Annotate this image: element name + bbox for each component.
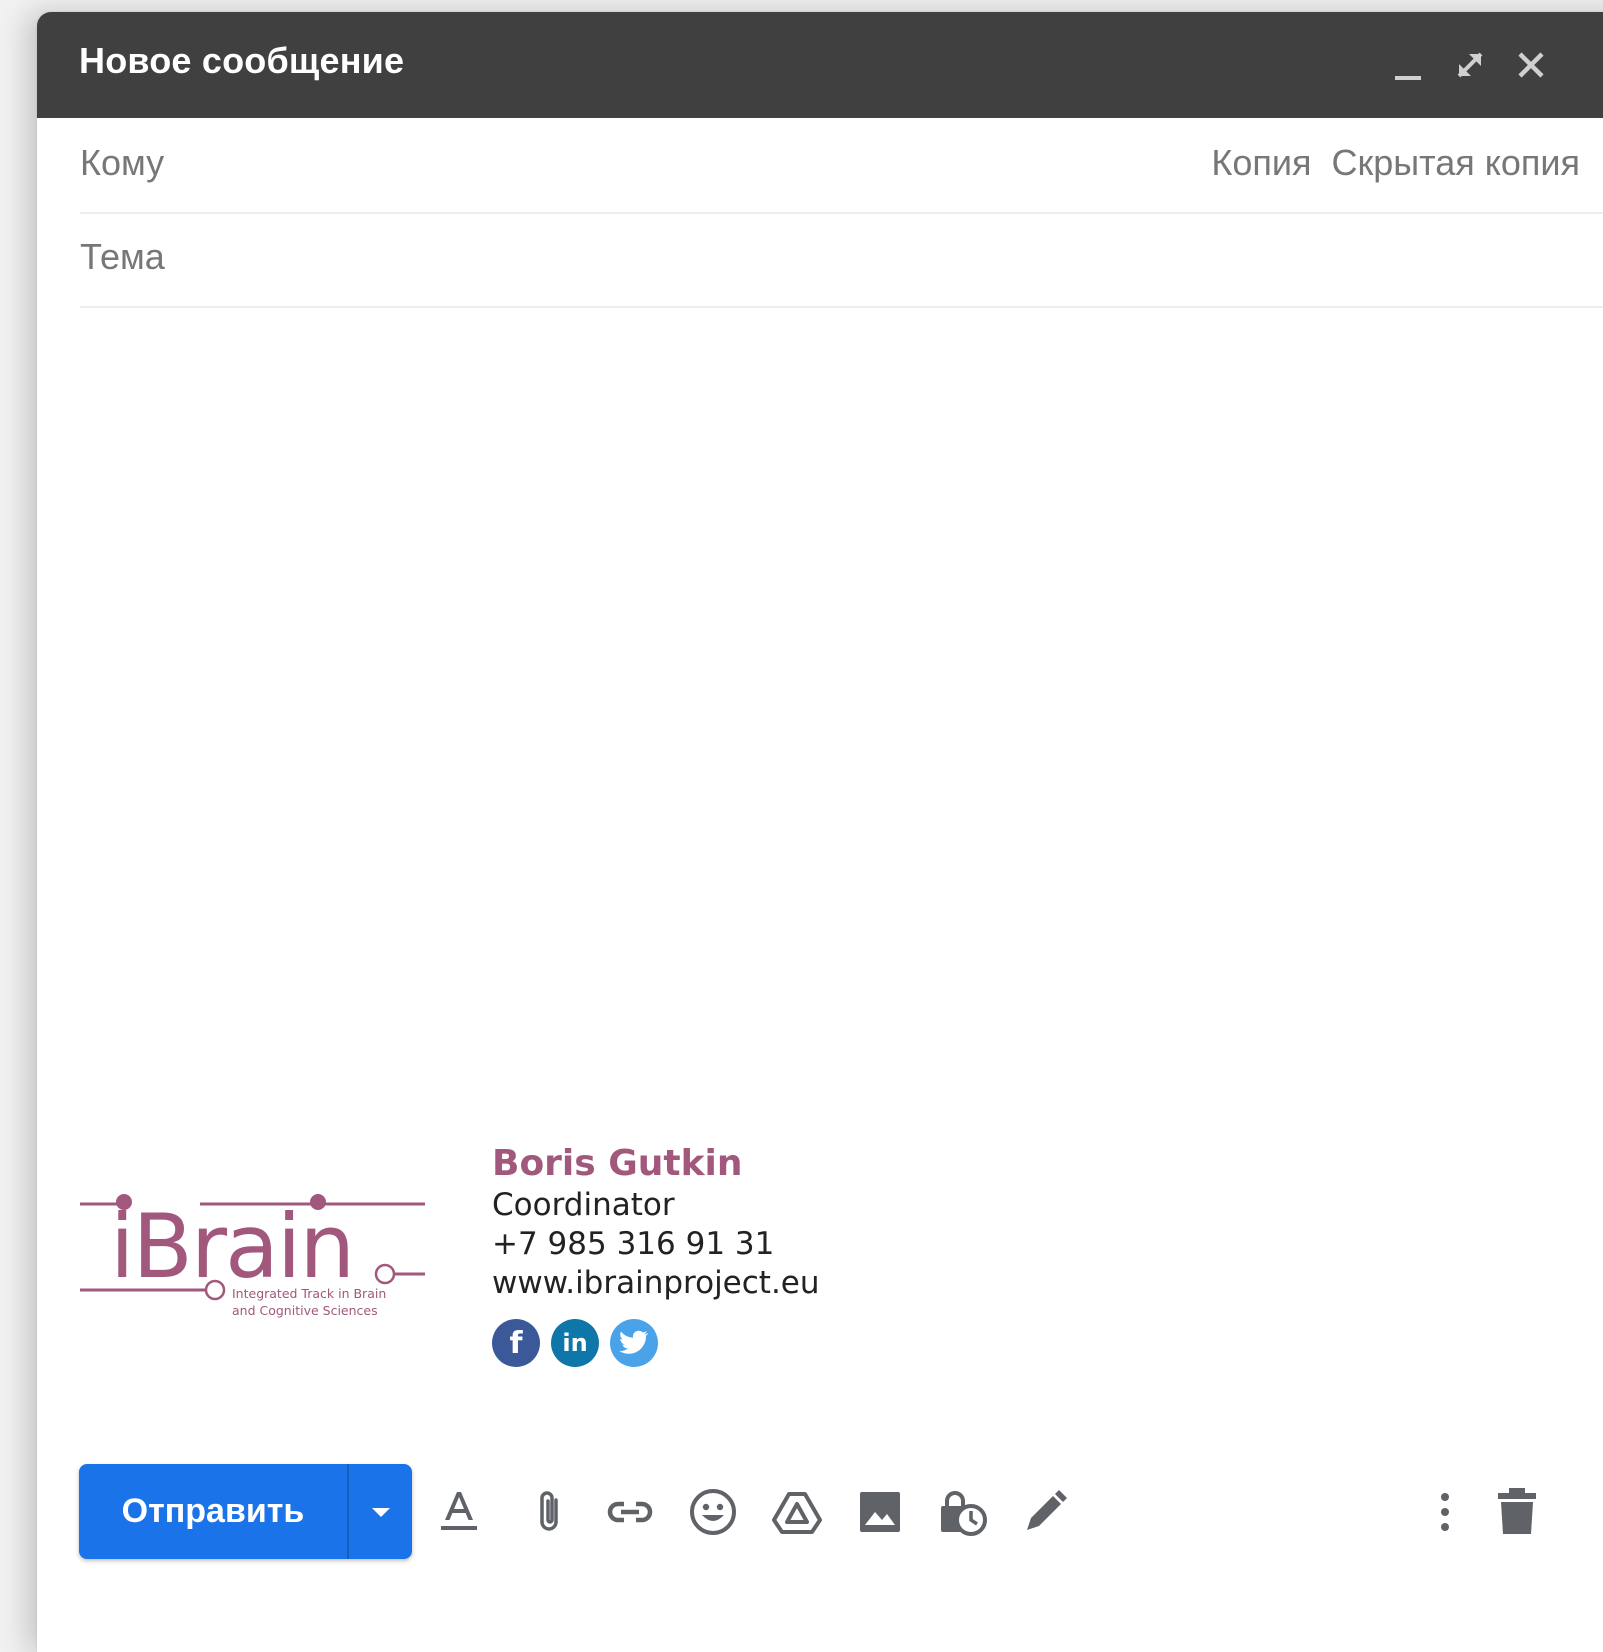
drive-icon[interactable] [769,1484,825,1540]
compose-toolbar: Отправить [37,1452,1603,1572]
compose-window: Новое сообщение Кому Копия Скрытая копия [37,12,1603,1652]
signature-phone: +7 985 316 91 31 [492,1226,775,1262]
compose-title: Новое сообщение [79,40,405,81]
logo-tagline-1: Integrated Track in Brain [232,1286,386,1301]
to-row: Кому Копия Скрытая копия [80,118,1603,214]
subject-input[interactable] [200,232,1204,284]
attach-icon[interactable] [522,1484,578,1540]
signature-block: iBrain Integrated Track in Brain and Cog… [80,1142,1080,1372]
bcc-link[interactable]: Скрытая копия [1331,142,1580,183]
send-options-chevron-icon[interactable] [349,1464,412,1559]
logo-wordmark: iBrain [110,1195,353,1298]
send-button-group: Отправить [79,1464,412,1559]
logo-tagline-2: and Cognitive Sciences [232,1303,378,1318]
ibrain-logo: iBrain Integrated Track in Brain and Cog… [80,1194,425,1318]
more-options-icon[interactable] [1417,1484,1473,1540]
close-icon[interactable] [1512,46,1550,84]
compose-titlebar[interactable]: Новое сообщение [37,12,1603,118]
linkedin-icon[interactable]: in [551,1319,599,1367]
subject-row: Тема [80,212,1603,308]
minimize-icon[interactable] [1389,46,1427,84]
link-icon[interactable] [602,1484,658,1540]
signature-text: Boris Gutkin Coordinator +7 985 316 91 3… [492,1142,820,1367]
twitter-icon[interactable] [610,1319,658,1367]
cc-link[interactable]: Копия [1211,142,1311,183]
image-icon[interactable] [852,1484,908,1540]
message-body[interactable] [80,322,1580,1122]
signature-name: Boris Gutkin [492,1143,743,1184]
facebook-icon[interactable]: f [492,1319,540,1367]
confidential-icon[interactable] [935,1484,991,1540]
send-button[interactable]: Отправить [79,1464,347,1559]
delete-icon[interactable] [1489,1484,1545,1540]
to-label: Кому [80,142,165,183]
expand-icon[interactable] [1451,46,1489,84]
to-input[interactable] [200,138,1204,190]
signature-website[interactable]: www.ibrainproject.eu [492,1264,820,1303]
subject-label: Тема [80,236,165,277]
signature-role: Coordinator [492,1187,675,1223]
social-links: f in [492,1319,820,1367]
text-format-icon[interactable] [431,1484,487,1540]
cc-bcc-links: Копия Скрытая копия [1201,142,1580,184]
signature-icon[interactable] [1017,1484,1073,1540]
emoji-icon[interactable] [685,1484,741,1540]
